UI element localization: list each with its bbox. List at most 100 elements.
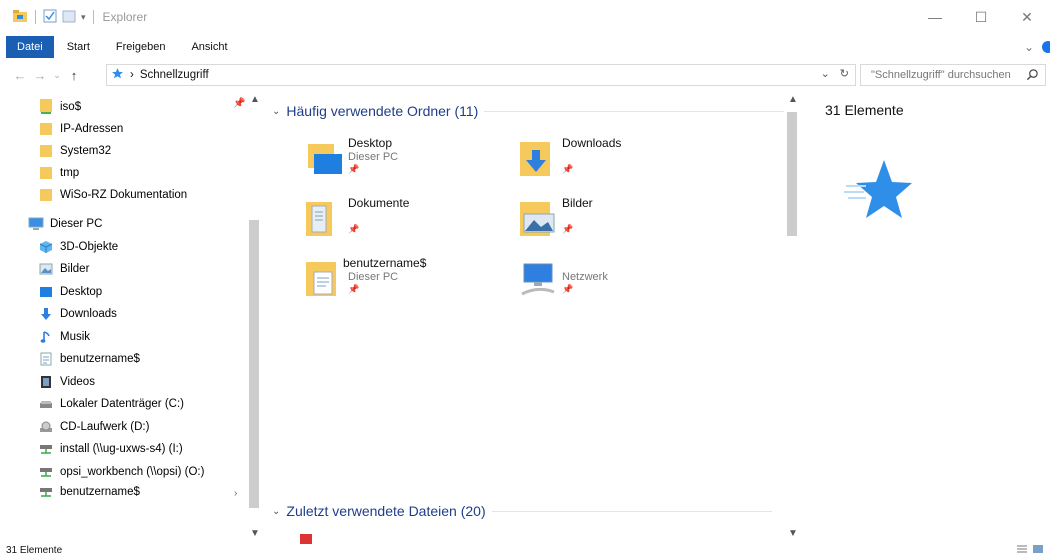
- hard-drive-icon: [38, 396, 54, 412]
- pdf-file-icon: [300, 534, 312, 544]
- new-folder-icon[interactable]: [62, 9, 76, 26]
- pin-icon: 📌: [562, 164, 574, 174]
- sidebar-item-3d-objekte[interactable]: 3D-Objekte: [38, 236, 118, 258]
- sidebar-item-benutzername[interactable]: benutzername$: [38, 348, 140, 370]
- sidebar-item-install[interactable]: install (\\ug-uxws-s4) (I:): [38, 438, 183, 460]
- address-dropdown-icon[interactable]: ⌄: [821, 67, 830, 80]
- sidebar-scrollbar-thumb[interactable]: [249, 220, 259, 508]
- folder-icon: [38, 165, 54, 181]
- minimize-button[interactable]: —: [912, 0, 958, 34]
- tile-downloads[interactable]: Downloads 📌: [518, 134, 718, 190]
- separator-line: [491, 510, 772, 512]
- desktop-icon: [38, 284, 54, 300]
- group-recent-files[interactable]: ⌄ Zuletzt verwendete Dateien (20): [272, 500, 772, 522]
- pin-icon: 📌: [233, 98, 246, 109]
- sidebar-item-benutzername-drive[interactable]: benutzername$: [38, 481, 140, 503]
- document-icon: [38, 351, 54, 367]
- tile-bilder[interactable]: Bilder 📌: [518, 194, 718, 250]
- tab-datei[interactable]: Datei: [6, 36, 54, 58]
- separator-line: [484, 110, 785, 112]
- sidebar-item-system32[interactable]: System32: [38, 140, 111, 162]
- sidebar-item-opsi-workbench[interactable]: opsi_workbench (\\opsi) (O:): [38, 461, 204, 483]
- sidebar-item-videos[interactable]: Videos: [38, 371, 95, 393]
- status-bar: 31 Elemente: [0, 544, 1050, 556]
- downloads-folder-icon: [518, 138, 558, 178]
- sidebar-item-wiso-rz-dokumentation[interactable]: WiSo-RZ Dokumentation: [38, 184, 187, 206]
- search-icon[interactable]: [1026, 68, 1039, 84]
- tile-benutzername[interactable]: benutzername$ Dieser PC 📌: [304, 254, 504, 310]
- tile-netzwerk[interactable]: Netzwerk 📌: [518, 254, 718, 310]
- sidebar-item-cd-laufwerk[interactable]: CD-Laufwerk (D:): [38, 416, 149, 438]
- large-icons-view-icon[interactable]: [1032, 544, 1044, 556]
- sidebar-item-musik[interactable]: Musik: [38, 326, 90, 348]
- pin-icon: 📌: [562, 284, 574, 294]
- close-button[interactable]: ✕: [1004, 0, 1050, 34]
- search-box[interactable]: [860, 64, 1046, 86]
- folder-icon: [38, 121, 54, 137]
- customize-toolbar-icon[interactable]: ▾: [81, 12, 86, 23]
- user-folder-icon: [304, 258, 344, 298]
- tab-ansicht[interactable]: Ansicht: [178, 36, 240, 58]
- content-scroll-down-icon[interactable]: ▼: [788, 528, 798, 539]
- network-folder-icon: [38, 99, 54, 115]
- network-drive-icon: [38, 484, 54, 500]
- breadcrumb-schnellzugriff[interactable]: Schnellzugriff: [140, 69, 209, 81]
- content-scrollbar-thumb[interactable]: [787, 112, 797, 236]
- music-note-icon: [38, 329, 54, 345]
- sidebar-item-lokaler-datentraeger[interactable]: Lokaler Datenträger (C:): [38, 393, 184, 415]
- folder-icon: [38, 143, 54, 159]
- pictures-icon: [38, 261, 54, 277]
- scroll-up-icon[interactable]: ▲: [250, 94, 260, 105]
- sidebar-item-downloads[interactable]: Downloads: [38, 303, 117, 325]
- cd-drive-icon: [38, 419, 54, 435]
- sidebar-item-iso[interactable]: iso$: [38, 96, 81, 118]
- maximize-button[interactable]: ☐: [958, 0, 1004, 34]
- sidebar-scroll-down-icon[interactable]: ▼: [250, 528, 260, 539]
- pictures-folder-icon: [518, 198, 558, 238]
- content-pane: ⌄ Häufig verwendete Ordner (11) Desktop …: [264, 90, 800, 544]
- properties-icon[interactable]: [43, 9, 57, 26]
- quick-access-star-icon: [842, 156, 914, 227]
- download-arrow-icon: [38, 306, 54, 322]
- folder-icon: [38, 187, 54, 203]
- up-button[interactable]: ↑: [64, 68, 84, 83]
- sidebar-item-ip-adressen[interactable]: IP-Adressen: [38, 118, 123, 140]
- cube-icon: [38, 239, 54, 255]
- sidebar-item-bilder[interactable]: Bilder: [38, 258, 89, 280]
- refresh-icon[interactable]: ↻: [840, 67, 849, 80]
- network-drive-icon: [38, 441, 54, 457]
- recent-locations-button[interactable]: ⌄: [50, 70, 64, 81]
- tab-start[interactable]: Start: [54, 36, 103, 58]
- address-bar[interactable]: › Schnellzugriff ⌄ ↻: [106, 64, 856, 86]
- details-item-count: 31 Elemente: [825, 102, 904, 118]
- title-bar: ▾ Explorer — ☐ ✕: [0, 0, 1050, 34]
- sidebar-item-desktop[interactable]: Desktop: [38, 281, 102, 303]
- sidebar-item-tmp[interactable]: tmp: [38, 162, 79, 184]
- quick-access-toolbar: ▾ Explorer: [0, 9, 147, 26]
- ribbon-tabs: Datei Start Freigeben Ansicht ⌄: [0, 36, 1050, 58]
- back-button[interactable]: ←: [10, 68, 30, 83]
- forward-button[interactable]: →: [30, 68, 50, 83]
- expand-chevron-icon[interactable]: ›: [234, 488, 237, 499]
- help-icon[interactable]: [1042, 41, 1050, 53]
- ribbon-expand-chevron-icon[interactable]: ⌄: [1024, 40, 1034, 54]
- network-drive-icon: [38, 464, 54, 480]
- content-scroll-up-icon[interactable]: ▲: [788, 94, 798, 105]
- sidebar-item-dieser-pc[interactable]: Dieser PC: [28, 213, 102, 235]
- computer-icon: [28, 216, 44, 232]
- details-pane: 31 Elemente: [804, 90, 1050, 544]
- pin-icon: 📌: [348, 224, 360, 234]
- navigation-bar: ← → ⌄ ↑ › Schnellzugriff ⌄ ↻: [0, 62, 1050, 88]
- navigation-pane: 📌 ▲ iso$ IP-Adressen System32 tmp WiSo-R…: [0, 90, 262, 544]
- collapse-chevron-icon[interactable]: ⌄: [272, 506, 280, 517]
- video-icon: [38, 374, 54, 390]
- tab-freigeben[interactable]: Freigeben: [103, 36, 179, 58]
- details-view-icon[interactable]: [1016, 544, 1028, 556]
- search-input[interactable]: [871, 69, 1021, 81]
- collapse-chevron-icon[interactable]: ⌄: [272, 106, 280, 117]
- tile-desktop[interactable]: Desktop Dieser PC 📌: [304, 134, 504, 190]
- group-frequent-folders[interactable]: ⌄ Häufig verwendete Ordner (11): [272, 100, 785, 122]
- pin-icon: 📌: [562, 224, 574, 234]
- network-icon: [518, 258, 558, 298]
- tile-dokumente[interactable]: Dokumente 📌: [304, 194, 504, 250]
